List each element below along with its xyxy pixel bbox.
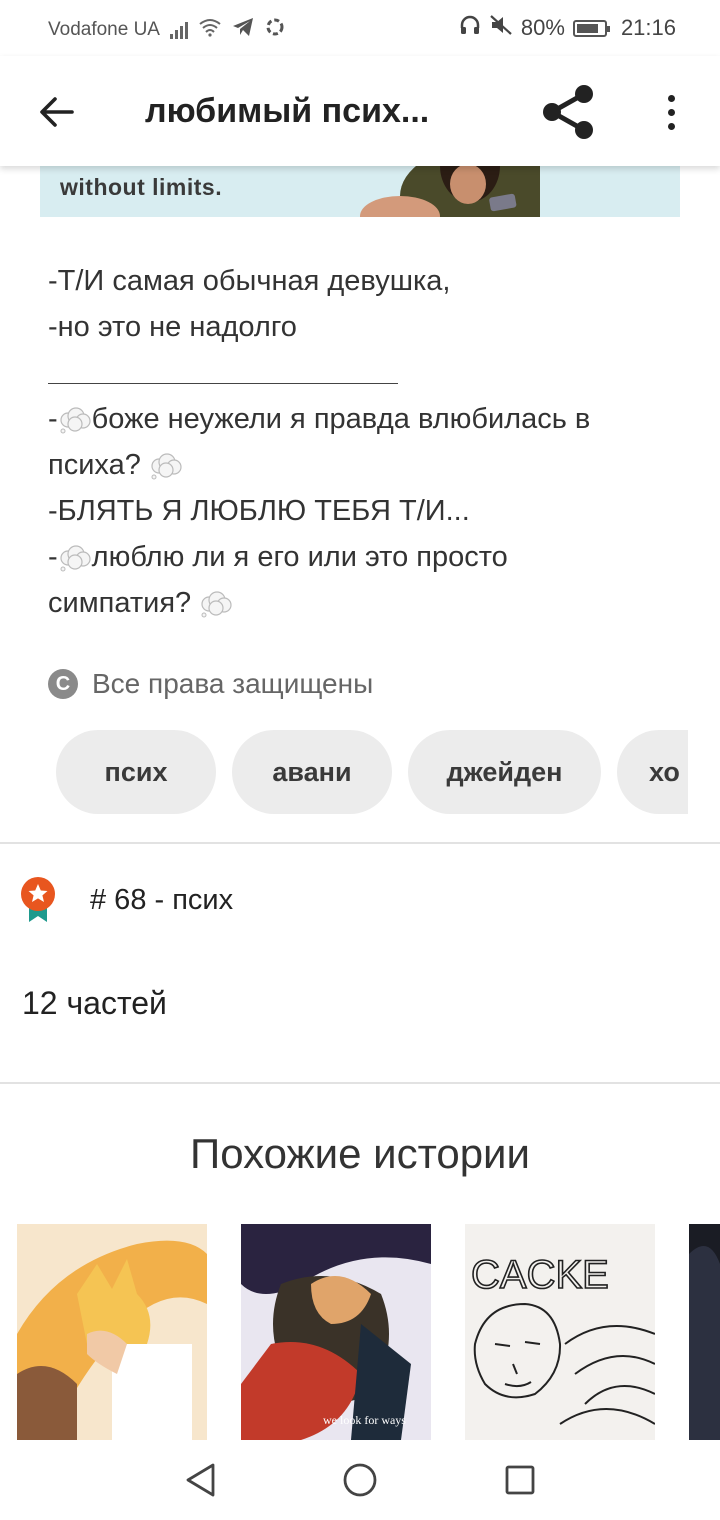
- recents-square-icon: [505, 1465, 535, 1495]
- cover-art: CACKE: [465, 1224, 655, 1440]
- nav-home-button[interactable]: [340, 1460, 380, 1500]
- back-arrow-icon: [40, 97, 74, 127]
- system-nav-bar: [0, 1440, 720, 1520]
- text-divider: [48, 350, 398, 384]
- thought-bubble-icon: [60, 407, 91, 434]
- cover-title-text: we look for ways: [323, 1413, 406, 1427]
- nav-back-button[interactable]: [180, 1460, 220, 1500]
- share-icon: [543, 85, 593, 139]
- cover-art: we look for ways: [241, 1224, 431, 1440]
- ad-text: without limits.: [60, 174, 223, 200]
- tag-chip[interactable]: джейден: [408, 730, 601, 814]
- share-button[interactable]: [538, 82, 598, 142]
- story-title: любимый псих...: [145, 92, 430, 130]
- headphones-icon: [459, 14, 481, 42]
- tag-chip[interactable]: авани: [232, 730, 392, 814]
- story-cover[interactable]: we look for ways: [241, 1224, 431, 1440]
- nav-recents-button[interactable]: [500, 1460, 540, 1500]
- story-description: -Т/И самая обычная девушка, -но это не н…: [48, 258, 678, 626]
- ad-person-image: [360, 166, 540, 217]
- copyright-notice: C Все права защищены: [48, 668, 373, 700]
- status-bar: Vodafone UA 80% 21:16: [0, 0, 720, 56]
- description-line: - боже неужели я правда влюбилась в: [48, 403, 591, 435]
- description-line: - люблю ли я его или это просто: [48, 541, 508, 573]
- description-line: -Т/И самая обычная девушка,: [48, 265, 451, 297]
- carrier-label: Vodafone UA: [48, 19, 160, 40]
- app-bar: любимый псих...: [0, 56, 720, 166]
- clock: 21:16: [620, 15, 676, 40]
- mute-icon: [489, 14, 513, 42]
- thought-bubble-icon: [60, 545, 91, 572]
- description-line: симпатия?: [48, 580, 678, 626]
- signal-icon: [169, 21, 188, 39]
- cover-art: [17, 1224, 207, 1440]
- battery-percent: 80%: [520, 15, 565, 40]
- more-vertical-icon: [667, 94, 675, 102]
- description-line: психа?: [48, 442, 678, 488]
- thought-bubble-icon: [201, 591, 232, 618]
- wifi-icon: [198, 17, 222, 43]
- section-divider: [0, 1082, 720, 1084]
- ranking-badge-icon: [21, 877, 55, 922]
- ad-banner[interactable]: without limits.: [40, 166, 680, 217]
- tag-chip[interactable]: хо: [617, 730, 688, 814]
- section-divider: [0, 842, 720, 844]
- battery-icon: [572, 19, 610, 37]
- sync-icon: [264, 16, 286, 44]
- story-cover[interactable]: [689, 1224, 720, 1440]
- description-line: -БЛЯТЬ Я ЛЮБЛЮ ТЕБЯ Т/И...: [48, 495, 470, 527]
- back-button[interactable]: [30, 86, 82, 138]
- description-line: -но это не надолго: [48, 311, 297, 343]
- tag-list: псих авани джейден хо: [56, 730, 688, 814]
- cover-art: [689, 1224, 720, 1440]
- tag-chip[interactable]: псих: [56, 730, 216, 814]
- home-circle-icon: [343, 1463, 377, 1497]
- ranking-row[interactable]: # 68 - псих: [20, 876, 233, 924]
- battery-level-fill: [576, 23, 598, 33]
- status-left: Vodafone UA: [48, 16, 286, 44]
- status-right: 80% 21:16: [459, 14, 676, 42]
- similar-stories-carousel: we look for ways CACKE: [0, 1224, 720, 1440]
- thought-bubble-icon: [151, 453, 182, 480]
- more-options-button[interactable]: [648, 86, 694, 138]
- copyright-icon: C: [48, 669, 78, 699]
- telegram-icon: [232, 17, 254, 43]
- ranking-text: # 68 - псих: [90, 883, 234, 916]
- similar-stories-heading: Похожие истории: [190, 1130, 530, 1177]
- cover-caption: CACKE: [471, 1253, 609, 1297]
- copyright-text: Все права защищены: [92, 668, 374, 699]
- story-cover[interactable]: [17, 1224, 207, 1440]
- back-triangle-icon: [186, 1463, 215, 1497]
- parts-count[interactable]: 12 частей: [22, 985, 167, 1022]
- story-cover[interactable]: CACKE: [465, 1224, 655, 1440]
